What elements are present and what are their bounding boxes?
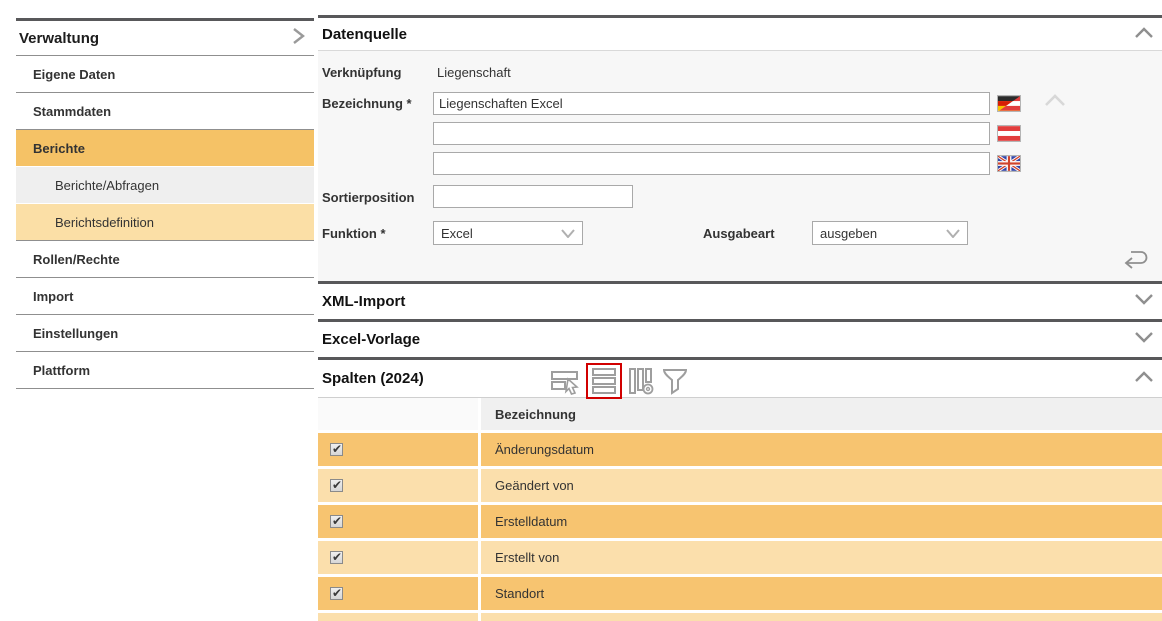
row-label: Erstellt von	[481, 541, 1162, 574]
app-window: Verwaltung Eigene Daten Stammdaten Beric…	[0, 0, 1162, 621]
row-checkbox[interactable]	[330, 587, 343, 600]
table-row[interactable]: Änderungsdatum	[318, 433, 1162, 466]
row-label: Standort	[481, 577, 1162, 610]
row-checkbox[interactable]	[330, 443, 343, 456]
sidebar-title: Verwaltung	[19, 30, 99, 47]
excel-vorlage-header[interactable]: Excel-Vorlage	[318, 322, 1162, 357]
ausgabeart-select[interactable]: ausgeben	[812, 221, 968, 245]
bezeichnung-label: Bezeichnung *	[322, 91, 412, 115]
ausgabeart-label: Ausgabeart	[703, 221, 775, 245]
sortierposition-label: Sortierposition	[322, 185, 414, 209]
sidebar-item-berichte[interactable]: Berichte	[16, 129, 314, 166]
chevron-right-icon[interactable]	[290, 27, 306, 49]
active-tool-highlight	[586, 363, 622, 399]
sidebar-item-plattform[interactable]: Plattform	[16, 351, 314, 388]
sidebar-item-einstellungen[interactable]: Einstellungen	[16, 314, 314, 351]
section-xml-import: XML-Import	[318, 281, 1162, 319]
table-header-row: Bezeichnung	[318, 397, 1162, 430]
datenquelle-header[interactable]: Datenquelle	[318, 18, 1162, 50]
chevron-down-icon	[561, 226, 575, 241]
sidebar-item-import[interactable]: Import	[16, 277, 314, 314]
flag-gb-icon[interactable]	[997, 155, 1021, 172]
collapse-chevron-disabled-icon	[1044, 93, 1066, 112]
table-row[interactable]: Geändert von	[318, 469, 1162, 502]
row-checkbox[interactable]	[330, 515, 343, 528]
spalten-toolbar	[550, 363, 695, 399]
spalten-title: Spalten (2024)	[322, 370, 424, 387]
flag-at-icon[interactable]	[997, 125, 1021, 142]
datenquelle-title: Datenquelle	[322, 26, 407, 43]
verknuepfung-label: Verknüpfung	[322, 60, 401, 84]
sidebar-item-rollen-rechte[interactable]: Rollen/Rechte	[16, 240, 314, 277]
excel-vorlage-title: Excel-Vorlage	[322, 331, 420, 348]
collapse-chevron-down-icon[interactable]	[1134, 293, 1154, 310]
bezeichnung-input-en[interactable]	[433, 152, 990, 175]
columns-settings-icon[interactable]	[628, 366, 655, 396]
row-checkbox[interactable]	[330, 551, 343, 564]
filter-funnel-icon[interactable]	[661, 366, 689, 396]
sidebar-item-eigene-daten[interactable]: Eigene Daten	[16, 55, 314, 92]
xml-import-header[interactable]: XML-Import	[318, 284, 1162, 319]
table-row[interactable]: Erstellt von	[318, 541, 1162, 574]
sidebar-item-berichte-abfragen[interactable]: Berichte/Abfragen	[16, 166, 314, 203]
table-row[interactable]: Erstelldatum	[318, 505, 1162, 538]
spalten-header[interactable]: Spalten (2024)	[318, 360, 1162, 397]
sidebar-item-berichtsdefinition[interactable]: Berichtsdefinition	[16, 203, 314, 240]
main-panel: Datenquelle Verknüpfung Liegenschaft Bez…	[318, 15, 1162, 621]
sortierposition-input[interactable]	[433, 185, 633, 208]
xml-import-title: XML-Import	[322, 293, 405, 310]
datenquelle-body: Verknüpfung Liegenschaft Bezeichnung *	[318, 50, 1162, 281]
bezeichnung-input-de[interactable]	[433, 92, 990, 115]
row-checkbox[interactable]	[330, 479, 343, 492]
section-excel-vorlage: Excel-Vorlage	[318, 319, 1162, 357]
rows-list-icon[interactable]	[591, 366, 617, 396]
chevron-down-icon	[946, 226, 960, 241]
verknuepfung-value: Liegenschaft	[437, 60, 511, 84]
section-datenquelle: Datenquelle Verknüpfung Liegenschaft Bez…	[318, 15, 1162, 281]
funktion-select[interactable]: Excel	[433, 221, 583, 245]
collapse-chevron-up-icon[interactable]	[1134, 370, 1154, 387]
section-spalten: Spalten (2024)	[318, 357, 1162, 397]
bezeichnung-column-header: Bezeichnung	[481, 398, 1162, 430]
table-row-partial[interactable]	[318, 613, 1162, 621]
row-label: Änderungsdatum	[481, 433, 1162, 466]
row-label: Erstelldatum	[481, 505, 1162, 538]
sidebar-header[interactable]: Verwaltung	[16, 21, 314, 55]
funktion-label: Funktion *	[322, 221, 386, 245]
sidebar-item-stammdaten[interactable]: Stammdaten	[16, 92, 314, 129]
table-row[interactable]: Standort	[318, 577, 1162, 610]
undo-icon[interactable]	[1120, 247, 1150, 276]
select-rows-icon[interactable]	[550, 366, 580, 396]
collapse-chevron-up-icon[interactable]	[1134, 26, 1154, 43]
collapse-chevron-down-icon[interactable]	[1134, 331, 1154, 348]
sidebar: Verwaltung Eigene Daten Stammdaten Beric…	[16, 18, 314, 389]
bezeichnung-input-at[interactable]	[433, 122, 990, 145]
checkbox-column-header	[318, 398, 478, 430]
flag-de-at-icon[interactable]	[997, 95, 1021, 112]
spalten-table: Bezeichnung Änderungsdatum Geändert von …	[318, 397, 1162, 621]
row-label: Geändert von	[481, 469, 1162, 502]
